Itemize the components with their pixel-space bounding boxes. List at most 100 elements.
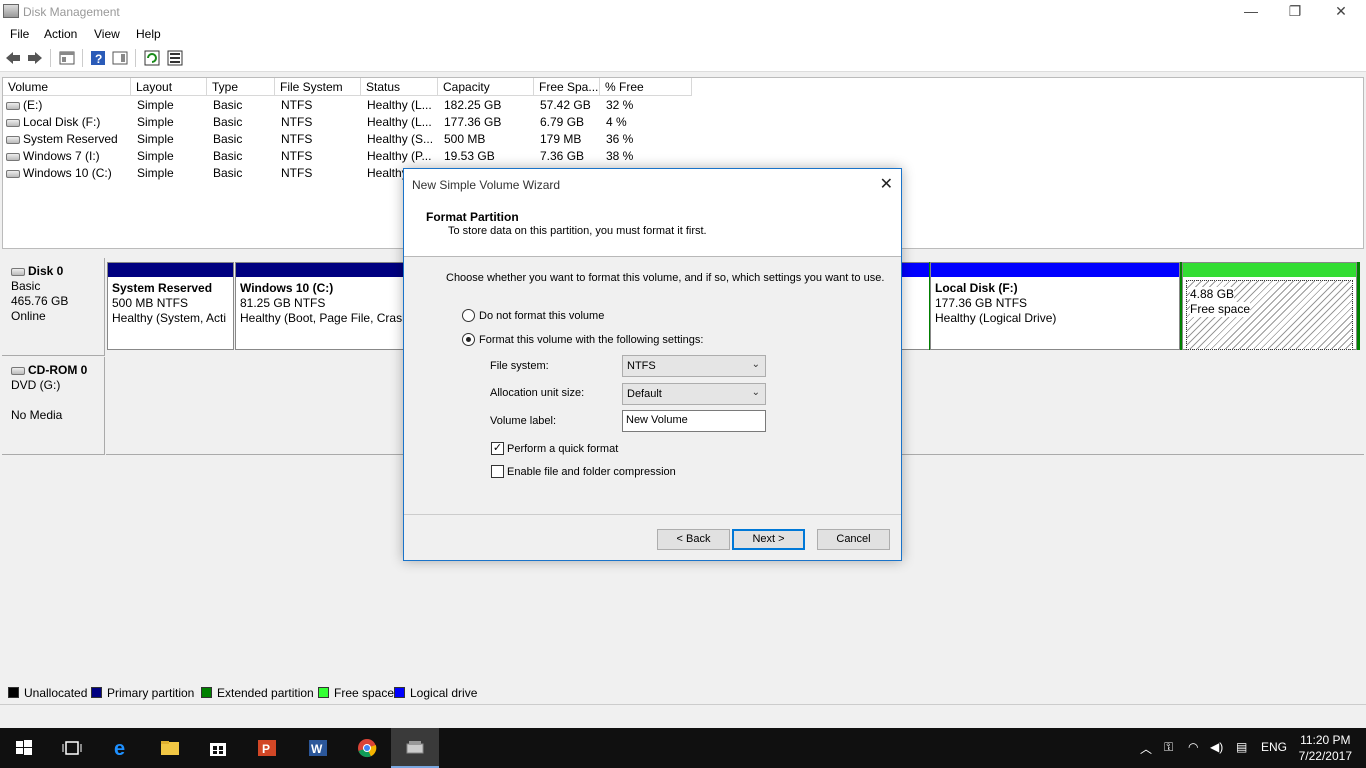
store-button[interactable] [194,728,242,768]
task-view-button[interactable] [48,728,96,768]
table-row[interactable]: (E:) Simple Basic NTFS Healthy (L... 182… [3,97,1363,114]
start-button[interactable] [0,728,48,768]
volume-capacity: 19.53 GB [444,149,495,163]
legend-extended: Extended partition [201,686,314,700]
taskbar: e P W ︿ ⚿ ◠ ◀) ▤ ENG 11:20 PM 7/22/2017 [0,728,1366,768]
column-file-system[interactable]: File System [275,78,361,96]
edge-button[interactable]: e [98,728,146,768]
volume-label-input[interactable]: New Volume [622,410,766,432]
language-indicator[interactable]: ENG [1261,740,1287,754]
table-row[interactable]: Local Disk (F:) Simple Basic NTFS Health… [3,114,1363,131]
partition-free-space[interactable]: 4.88 GB Free space [1182,262,1357,350]
menu-action[interactable]: Action [44,27,77,41]
dialog-instruction: Choose whether you want to format this v… [446,272,885,284]
help-icon[interactable]: ? [90,50,106,66]
column-layout[interactable]: Layout [131,78,207,96]
partition-windows-10[interactable]: Windows 10 (C:) 81.25 GB NTFS Healthy (B… [235,262,405,350]
cdrom-icon [11,366,25,375]
free-space-bar [1183,263,1356,277]
file-system-select[interactable]: NTFS ⌄ [622,355,766,377]
chrome-button[interactable] [343,728,391,768]
disk-0-label[interactable]: Disk 0 Basic 465.76 GB Online [2,258,105,356]
disk-management-icon [3,4,19,18]
disk-management-taskbar-button[interactable] [391,728,439,768]
column-percent-free[interactable]: % Free [600,78,692,96]
volume-type: Basic [213,132,243,146]
volume-icon[interactable]: ◀) [1210,740,1223,754]
powerpoint-icon: P [258,740,276,756]
drive-icon [6,118,20,127]
volume-name: Windows 10 (C:) [23,166,112,180]
drive-icon [6,135,20,144]
powerpoint-button[interactable]: P [243,728,291,768]
volume-status: Healthy (S... [367,132,434,146]
close-button[interactable]: ✕ [1318,0,1364,24]
file-explorer-button[interactable] [146,728,194,768]
clock[interactable]: 11:20 PM 7/22/2017 [1299,732,1352,764]
volume-layout: Simple [137,149,174,163]
dialog-title-bar: New Simple Volume Wizard ✕ [404,169,901,199]
column-type[interactable]: Type [207,78,275,96]
word-button[interactable]: W [294,728,342,768]
dialog-close-icon[interactable]: ✕ [880,174,893,194]
volume-file-system: NTFS [281,149,313,163]
cdrom-0-label[interactable]: CD-ROM 0 DVD (G:) No Media [2,357,105,455]
next-button[interactable]: Next > [732,529,805,550]
volume-name: Local Disk (F:) [23,115,101,129]
console-tree-icon[interactable] [59,50,75,66]
restore-button[interactable]: ❐ [1272,0,1318,24]
minimize-button[interactable]: — [1228,0,1274,24]
radio-do-not-format[interactable] [462,309,475,322]
forward-arrow-icon[interactable] [27,50,43,66]
cdrom-drive: DVD (G:) [11,378,61,392]
partition-size: 81.25 GB NTFS [240,296,326,310]
back-arrow-icon[interactable] [5,50,21,66]
compression-checkbox[interactable] [491,465,504,478]
toolbar-separator [82,49,83,67]
chevron-up-icon[interactable]: ︿ [1140,740,1152,757]
radio-do-not-format-label[interactable]: Do not format this volume [479,310,604,322]
cancel-button[interactable]: Cancel [817,529,890,550]
wifi-icon[interactable]: ◠ [1188,740,1198,754]
menu-view[interactable]: View [94,27,120,41]
volume-percent-free: 32 % [606,98,634,112]
radio-format-volume[interactable] [462,333,475,346]
back-button[interactable]: < Back [657,529,730,550]
partition-status: Free space [1190,302,1251,317]
refresh-icon[interactable] [144,50,160,66]
table-row[interactable]: System Reserved Simple Basic NTFS Health… [3,131,1363,148]
menu-file[interactable]: File [10,27,29,41]
partition-system-reserved[interactable]: System Reserved 500 MB NTFS Healthy (Sys… [107,262,234,350]
action-center-icon[interactable]: ▤ [1236,740,1247,754]
partition-local-disk-f[interactable]: Local Disk (F:) 177.36 GB NTFS Healthy (… [930,262,1180,350]
show-hide-icon[interactable] [112,50,128,66]
table-row[interactable]: Windows 7 (I:) Simple Basic NTFS Healthy… [3,148,1363,165]
edge-icon: e [114,738,125,758]
allocation-unit-size-value: Default [627,388,662,400]
column-capacity[interactable]: Capacity [438,78,534,96]
volume-list-header: Volume Layout Type File System Status Ca… [3,78,1363,96]
file-system-value: NTFS [627,360,656,372]
column-free-space[interactable]: Free Spa... [534,78,600,96]
compression-label[interactable]: Enable file and folder compression [507,466,676,478]
properties-icon[interactable] [167,50,183,66]
quick-format-checkbox[interactable]: ✓ [491,442,504,455]
volume-file-system: NTFS [281,132,313,146]
volume-status: Healthy (L... [367,98,432,112]
column-status[interactable]: Status [361,78,438,96]
dialog-title: New Simple Volume Wizard [412,178,561,192]
quick-format-label[interactable]: Perform a quick format [507,443,618,455]
partition-name: System Reserved [112,281,213,295]
window-title: Disk Management [23,5,120,19]
windows-logo-icon [16,740,32,755]
volume-type: Basic [213,115,243,129]
legend-swatch [318,687,329,698]
menu-help[interactable]: Help [136,27,161,41]
radio-format-volume-label[interactable]: Format this volume with the following se… [479,334,703,346]
volume-name: Windows 7 (I:) [23,149,100,163]
menu-bar: File Action View Help [0,24,1366,44]
column-volume[interactable]: Volume [3,78,131,96]
allocation-unit-size-select[interactable]: Default ⌄ [622,383,766,405]
volume-file-system: NTFS [281,115,313,129]
network-status-icon[interactable]: ⚿ [1164,740,1173,755]
